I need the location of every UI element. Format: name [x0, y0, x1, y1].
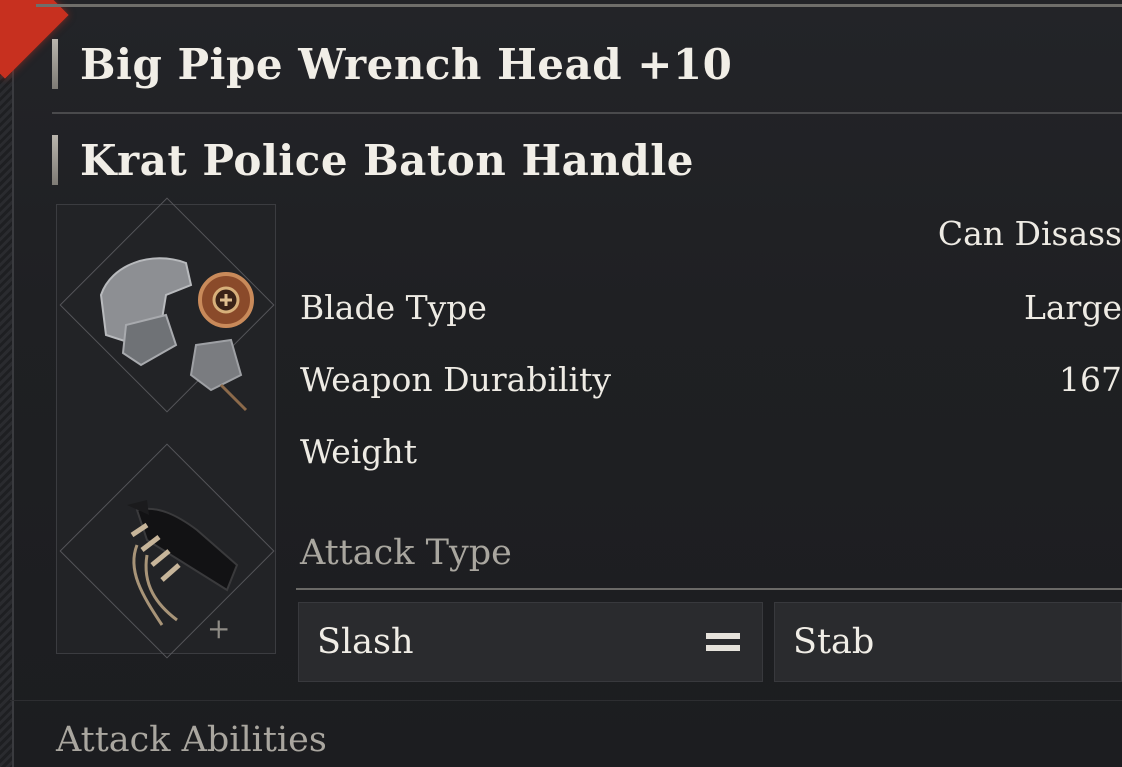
equals-icon	[706, 629, 740, 655]
pipe-wrench-head-icon	[99, 257, 254, 412]
handle-name: Krat Police Baton Handle	[80, 135, 694, 185]
title-divider	[52, 112, 1122, 114]
title-marker-bar	[52, 39, 58, 89]
attack-type-divider	[296, 588, 1122, 590]
blade-type-value: Large	[1023, 288, 1122, 327]
blade-name: Big Pipe Wrench Head +10	[80, 39, 733, 89]
panel-top-border	[36, 4, 1122, 7]
attack-type-heading: Attack Type	[300, 533, 512, 573]
handle-name-row: Krat Police Baton Handle	[52, 130, 1122, 190]
durability-value: 167	[1059, 360, 1122, 399]
attack-type-secondary: Stab	[774, 602, 1122, 682]
panel-left-edge	[0, 0, 14, 767]
disassemble-status: Can Disass	[937, 214, 1122, 253]
weight-label: Weight	[300, 432, 417, 471]
baton-handle-icon	[127, 500, 239, 626]
weapon-parts-panel: +	[56, 197, 276, 659]
durability-label: Weapon Durability	[300, 360, 612, 399]
attack-type-primary: Slash	[298, 602, 763, 682]
blade-name-row: Big Pipe Wrench Head +10	[52, 34, 1122, 94]
attack-type-primary-label: Slash	[317, 622, 414, 662]
abilities-divider	[10, 700, 1122, 701]
attack-type-secondary-label: Stab	[793, 622, 875, 662]
attack-abilities-heading: Attack Abilities	[56, 720, 327, 760]
title-marker-bar	[52, 135, 58, 185]
blade-type-label: Blade Type	[300, 288, 487, 327]
